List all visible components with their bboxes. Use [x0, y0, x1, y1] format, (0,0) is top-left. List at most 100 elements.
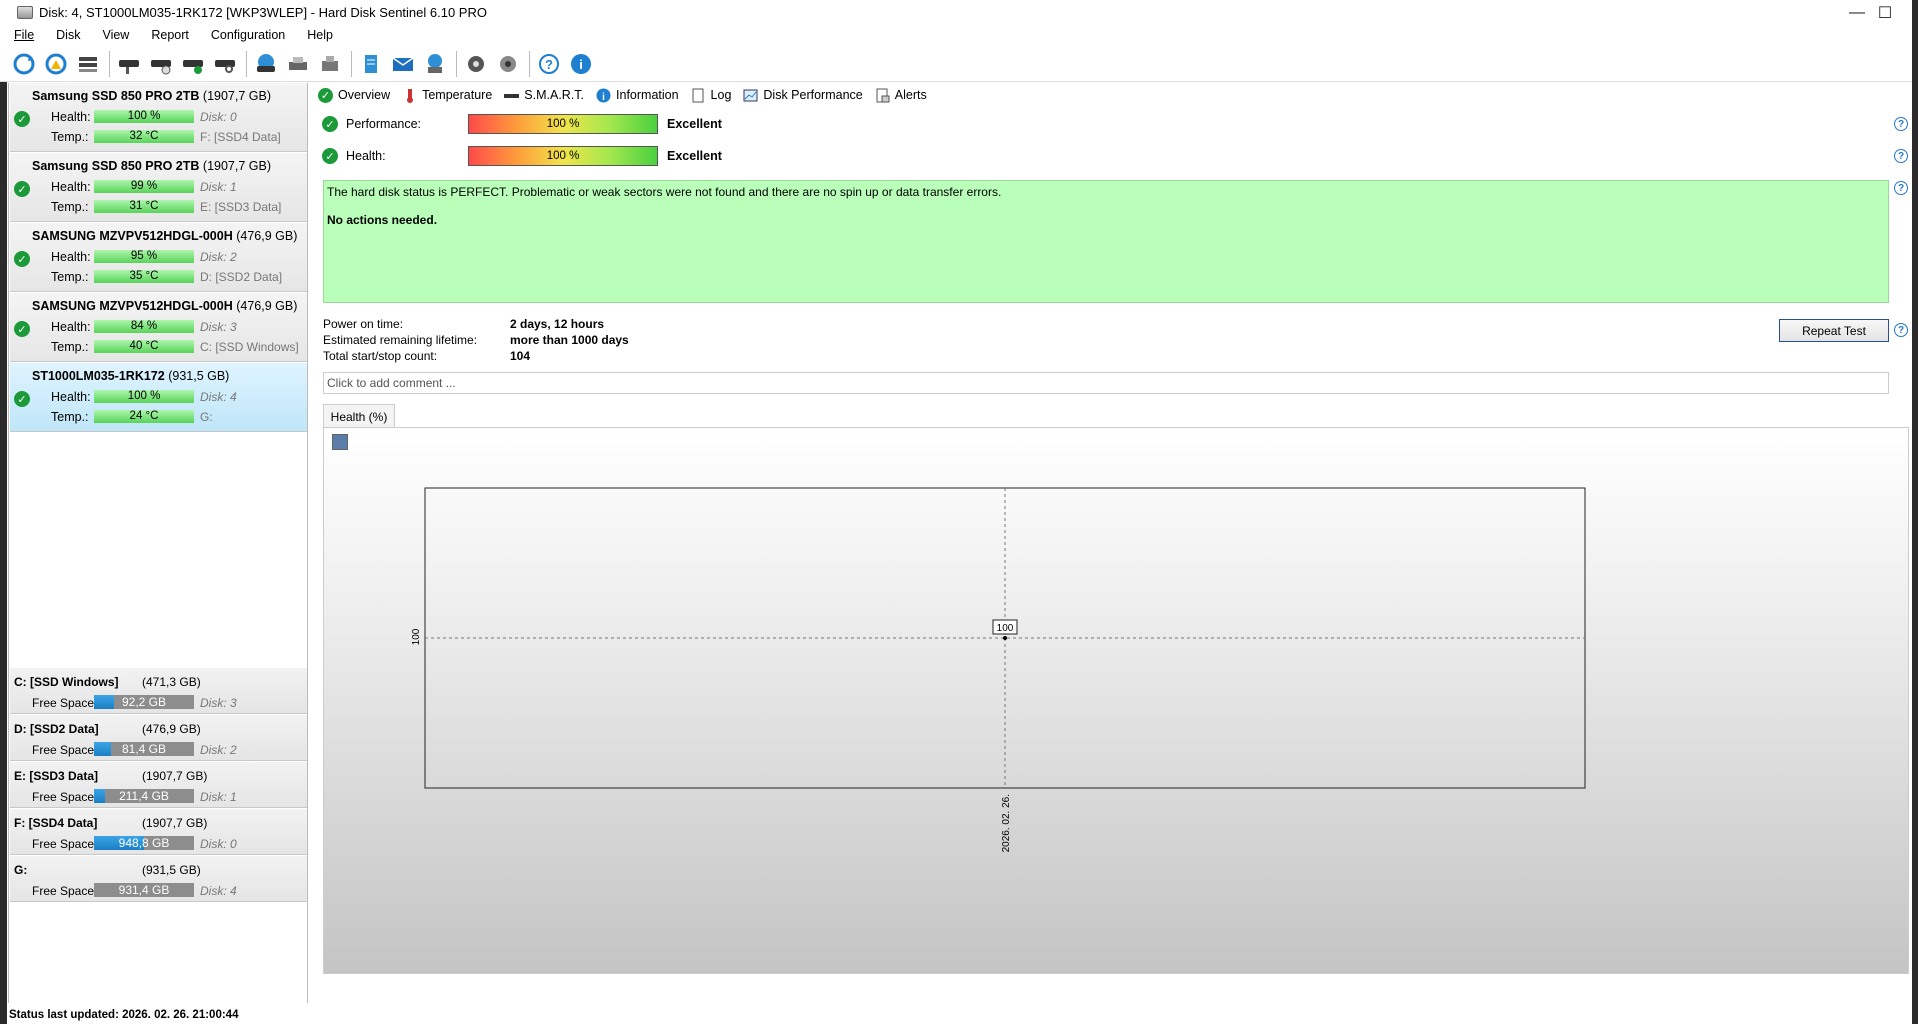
- menu-view[interactable]: View: [102, 28, 129, 42]
- power-on-label: Power on time:: [323, 317, 404, 331]
- tab-alerts[interactable]: Alerts: [875, 88, 927, 103]
- toolbar-separator: [351, 50, 352, 77]
- tab-log[interactable]: Log: [691, 88, 731, 103]
- health-bar: 100 %: [94, 390, 194, 403]
- maximize-button[interactable]: ☐: [1862, 0, 1908, 25]
- drive-export-icon[interactable]: [317, 51, 343, 77]
- volume-card[interactable]: D: [SSD2 Data] (476,9 GB) Free Space 81,4 G…: [10, 715, 307, 761]
- disk-schedule-icon[interactable]: [148, 51, 174, 77]
- settings-icon[interactable]: [463, 51, 489, 77]
- drive-list-icon[interactable]: [75, 51, 101, 77]
- repeat-test-button[interactable]: Repeat Test: [1779, 319, 1889, 342]
- volume-card[interactable]: F: [SSD4 Data] (1907,7 GB) Free Space 948,8…: [10, 809, 307, 855]
- data-label: 100: [997, 623, 1014, 634]
- free-space-label: Free Space: [32, 790, 95, 804]
- printer-icon[interactable]: [285, 51, 311, 77]
- volume-name: G:: [14, 863, 28, 877]
- mail-icon[interactable]: [390, 51, 416, 77]
- volume-size: (1907,7 GB): [142, 816, 208, 830]
- window-edge: [1912, 0, 1918, 1024]
- status-bar: Status last updated: 2026. 02. 26. 21:00…: [9, 1009, 239, 1021]
- disk-name: Samsung SSD 850 PRO 2TB (1907,7 GB): [32, 159, 271, 173]
- startstop-label: Total start/stop count:: [323, 349, 438, 363]
- sound-icon[interactable]: [495, 51, 521, 77]
- free-space-label: Free Space: [32, 837, 95, 851]
- info-icon[interactable]: i: [568, 51, 594, 77]
- temp-label: Temp.:: [51, 270, 89, 284]
- tab-information[interactable]: i Information: [596, 88, 679, 103]
- tab-disk-performance[interactable]: Disk Performance: [743, 88, 863, 103]
- window-edge: [0, 82, 7, 1024]
- disk-search-icon[interactable]: [212, 51, 238, 77]
- volume-card[interactable]: E: [SSD3 Data] (1907,7 GB) Free Space 211,4…: [10, 762, 307, 808]
- health-label: Health:: [51, 110, 91, 124]
- health-chart-panel: 100 100 2026. 02. 26.: [323, 427, 1909, 974]
- disk-card[interactable]: ST1000LM035-1RK172 (931,5 GB) ✓ Health: 100…: [10, 363, 307, 432]
- volume-name: E: [SSD3 Data]: [14, 769, 99, 783]
- tab-overview[interactable]: ✓ Overview: [318, 87, 390, 103]
- disk-card[interactable]: Samsung SSD 850 PRO 2TB (1907,7 GB) ✓ Heal…: [10, 83, 307, 152]
- disk-number: Disk: 4: [200, 390, 237, 404]
- tab-smart[interactable]: S.M.A.R.T.: [504, 88, 584, 103]
- performance-chart-icon: [743, 88, 758, 103]
- power-on-value: 2 days, 12 hours: [510, 317, 605, 331]
- menu-report[interactable]: Report: [151, 28, 189, 42]
- lifetime-value: more than 1000 days: [510, 333, 629, 347]
- disk-number: Disk: 4: [200, 884, 237, 898]
- temp-bar: 35 °C: [94, 270, 194, 283]
- performance-row: ✓ Performance:: [322, 114, 421, 134]
- tab-label: Temperature: [422, 88, 493, 102]
- svg-text:?: ?: [545, 57, 553, 72]
- disk-ok-icon[interactable]: [180, 51, 206, 77]
- health-bar: 100 %: [468, 146, 658, 166]
- menu-configuration[interactable]: Configuration: [211, 28, 285, 42]
- help-icon[interactable]: ?: [1894, 149, 1908, 163]
- disk-name: Samsung SSD 850 PRO 2TB (1907,7 GB): [32, 89, 271, 103]
- health-chart: 100 100 2026. 02. 26.: [411, 487, 1586, 852]
- help-icon[interactable]: ?: [536, 51, 562, 77]
- health-label: Health:: [51, 180, 91, 194]
- performance-rating: Excellent: [667, 117, 722, 131]
- free-space-value: 211,4 GB: [119, 789, 169, 803]
- comment-field[interactable]: Click to add comment ...: [323, 372, 1889, 394]
- performance-label: Performance:: [346, 117, 422, 131]
- health-label: Health:: [51, 320, 91, 334]
- disk-name: ST1000LM035-1RK172 (931,5 GB): [32, 369, 230, 383]
- free-space-label: Free Space: [32, 696, 95, 710]
- check-icon: ✓: [322, 148, 338, 164]
- disk-card[interactable]: SAMSUNG MZVPV512HDGL-000H (476,9 GB) ✓ Hea…: [10, 293, 307, 362]
- toolbar: ? i: [0, 46, 1918, 82]
- report-icon[interactable]: [358, 51, 384, 77]
- volume-card[interactable]: C: [SSD Windows] (471,3 GB) Free Space 92,2…: [10, 668, 307, 714]
- check-icon: ✓: [14, 111, 30, 127]
- app-disk-icon: [17, 6, 33, 19]
- disk-card[interactable]: SAMSUNG MZVPV512HDGL-000H (476,9 GB) ✓ Hea…: [10, 223, 307, 292]
- help-icon[interactable]: ?: [1894, 181, 1908, 195]
- volume-size: (471,3 GB): [142, 675, 201, 689]
- menu-disk[interactable]: Disk: [56, 28, 80, 42]
- volume-label: D: [SSD2 Data]: [200, 270, 283, 284]
- network-icon[interactable]: [422, 51, 448, 77]
- temp-bar: 31 °C: [94, 200, 194, 213]
- volume-card[interactable]: G: (931,5 GB) Free Space 931,4 GB Disk: 4: [10, 856, 307, 902]
- help-icon[interactable]: ?: [1894, 117, 1908, 131]
- disk-icon[interactable]: [116, 51, 142, 77]
- disk-card[interactable]: Samsung SSD 850 PRO 2TB (1907,7 GB) ✓ Heal…: [10, 153, 307, 222]
- free-space-bar: 81,4 GB: [94, 742, 194, 756]
- refresh-icon[interactable]: [11, 51, 37, 77]
- disk-number: Disk: 2: [200, 743, 237, 757]
- health-label: Health:: [51, 390, 91, 404]
- menu-help[interactable]: Help: [307, 28, 333, 42]
- tab-health-chart[interactable]: Health (%): [323, 404, 395, 428]
- volume-label: E: [SSD3 Data]: [200, 200, 282, 214]
- action-message: No actions needed.: [327, 213, 438, 227]
- tab-temperature[interactable]: Temperature: [402, 88, 492, 103]
- menu-file[interactable]: File: [14, 28, 34, 42]
- globe-disk-icon[interactable]: [253, 51, 279, 77]
- disk-bar-icon: [504, 88, 520, 103]
- check-icon: ✓: [14, 181, 30, 197]
- volume-name: C: [SSD Windows]: [14, 675, 119, 689]
- help-icon[interactable]: ?: [1894, 323, 1908, 337]
- refresh-warning-icon[interactable]: [43, 51, 69, 77]
- info-icon: i: [596, 88, 611, 103]
